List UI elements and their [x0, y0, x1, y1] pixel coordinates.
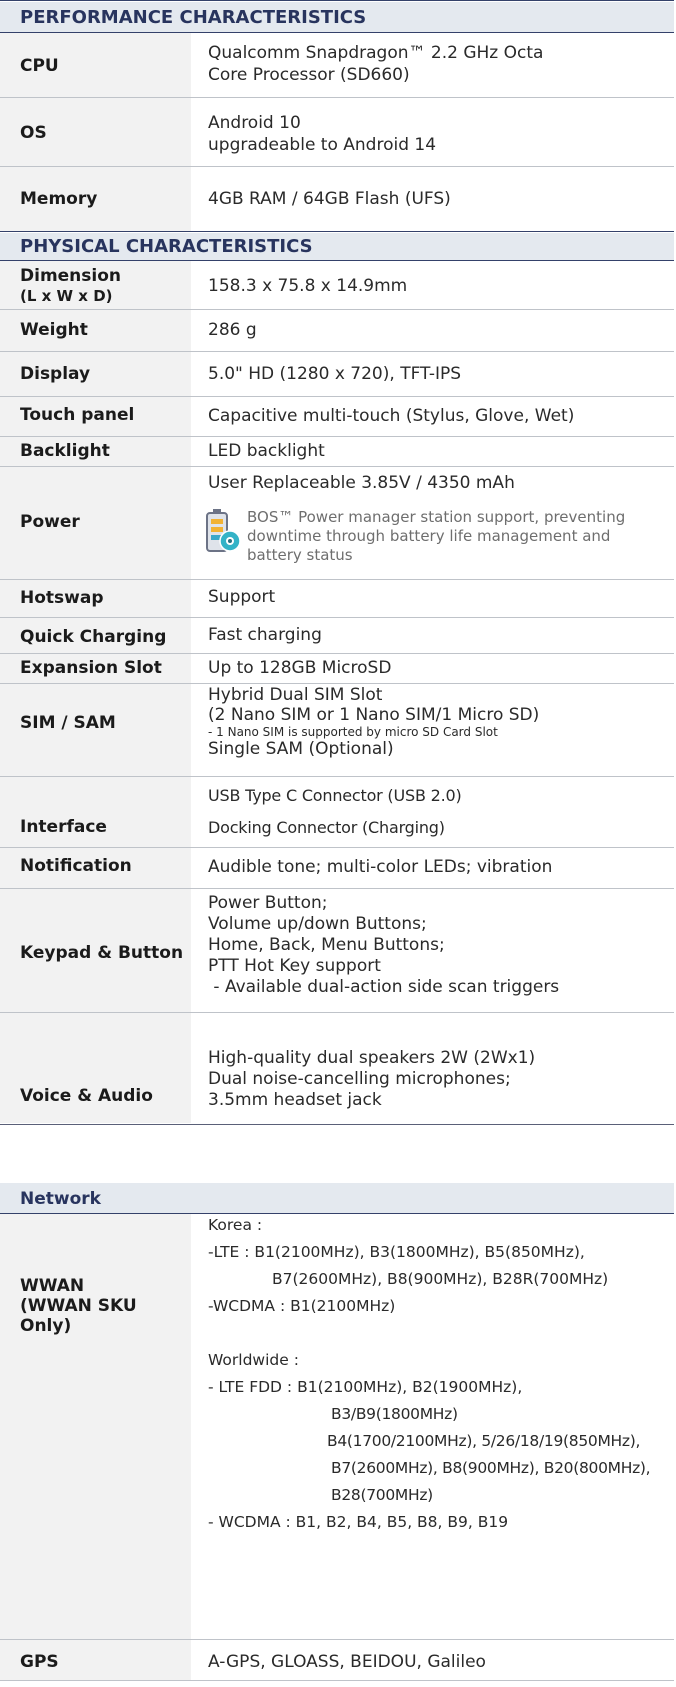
spec-value: Qualcomm Snapdragon™ 2.2 GHz Octa Core P… [208, 43, 544, 85]
spec-row-os: OS Android 10 upgradeable to Android 14 [0, 98, 674, 167]
power-note: BOS™ Power manager station support, prev… [247, 508, 626, 564]
spec-value: Fast charging [208, 625, 322, 645]
spec-label: Backlight [20, 441, 110, 461]
spec-label: OS [20, 123, 47, 143]
spec-value: 286 g [208, 320, 257, 340]
spec-row-touch: Touch panel Capacitive multi-touch (Styl… [0, 397, 674, 437]
spec-row-weight: Weight 286 g [0, 310, 674, 352]
spec-row-power: Power User Replaceable 3.85V / 4350 mAh … [0, 467, 674, 580]
spec-row-expansion-slot: Expansion Slot Up to 128GB MicroSD [0, 654, 674, 684]
spec-row-display: Display 5.0" HD (1280 x 720), TFT-IPS [0, 352, 674, 397]
spec-value: A-GPS, GLOASS, BEIDOU, Galileo [208, 1652, 486, 1672]
section-header-network: Network [0, 1183, 674, 1214]
spec-row-sim-sam: SIM / SAM Hybrid Dual SIM Slot (2 Nano S… [0, 684, 674, 777]
spec-label: WWAN (WWAN SKU Only) [20, 1276, 137, 1336]
spec-row-wwan: WWAN (WWAN SKU Only) Korea : -LTE : B1(2… [0, 1214, 674, 1640]
spec-row-cpu: CPU Qualcomm Snapdragon™ 2.2 GHz Octa Co… [0, 33, 674, 98]
spec-value: Android 10 upgradeable to Android 14 [208, 113, 437, 155]
spec-label: Memory [20, 189, 98, 209]
spec-label: Hotswap [20, 588, 104, 608]
spec-label: SIM / SAM [20, 713, 116, 733]
spec-value: Power Button; Volume up/down Buttons; Ho… [208, 893, 560, 997]
spec-label: Display [20, 364, 91, 384]
section-rule [0, 231, 674, 232]
spec-row-notification: Notification Audible tone; multi-color L… [0, 848, 674, 889]
spec-label: Voice & Audio [20, 1086, 153, 1106]
spec-label: Quick Charging [20, 627, 167, 647]
spec-value: Support [208, 587, 276, 607]
spec-row-dimension: Dimension (L x W x D) 158.3 x 75.8 x 14.… [0, 261, 674, 310]
spec-row-interface: Interface USB Type C Connector (USB 2.0)… [0, 777, 674, 848]
wwan-bands: Korea : -LTE : B1(2100MHz), B3(1800MHz),… [208, 1216, 651, 1531]
spec-label: Power [20, 512, 80, 532]
spec-row-voice-audio: Voice & Audio High-quality dual speakers… [0, 1013, 674, 1123]
spec-value: USB Type C Connector (USB 2.0) Docking C… [208, 786, 462, 837]
spec-label: Dimension (L x W x D) [20, 266, 122, 305]
spec-value: User Replaceable 3.85V / 4350 mAh [208, 473, 515, 493]
section-header-performance: PERFORMANCE CHARACTERISTICS [0, 2, 674, 33]
spec-row-gps: GPS A-GPS, GLOASS, BEIDOU, Galileo [0, 1640, 674, 1681]
spec-value: Hybrid Dual SIM Slot (2 Nano SIM or 1 Na… [208, 685, 540, 759]
spec-row-backlight: Backlight LED backlight [0, 437, 674, 467]
spec-value: 158.3 x 75.8 x 14.9mm [208, 276, 408, 296]
spec-row-quick-charging: Quick Charging Fast charging [0, 618, 674, 654]
section-header-physical: PHYSICAL CHARACTERISTICS [0, 233, 674, 261]
spec-label: Interface [20, 817, 107, 837]
spec-row-keypad: Keypad & Button Power Button; Volume up/… [0, 889, 674, 1013]
section-end-rule [0, 1124, 674, 1125]
spec-value: High-quality dual speakers 2W (2Wx1) Dua… [208, 1048, 536, 1110]
spec-label: Keypad & Button [20, 943, 184, 963]
section-title: PHYSICAL CHARACTERISTICS [20, 236, 313, 257]
spec-label: Expansion Slot [20, 658, 162, 678]
spec-value: Capacitive multi-touch (Stylus, Glove, W… [208, 406, 575, 426]
spec-value: LED backlight [208, 441, 325, 461]
spec-label: Weight [20, 320, 88, 340]
battery-station-icon [206, 509, 241, 552]
spec-label: Touch panel [20, 405, 135, 425]
section-title: Network [20, 1189, 101, 1209]
spec-value: Up to 128GB MicroSD [208, 658, 392, 678]
section-title: PERFORMANCE CHARACTERISTICS [20, 7, 367, 28]
spec-label: Notification [20, 856, 132, 876]
top-rule [0, 0, 674, 1]
spec-value: 4GB RAM / 64GB Flash (UFS) [208, 189, 451, 209]
spec-label: GPS [20, 1652, 59, 1672]
spec-value: 5.0" HD (1280 x 720), TFT-IPS [208, 364, 462, 384]
spec-value: Audible tone; multi-color LEDs; vibratio… [208, 857, 553, 877]
spec-row-hotswap: Hotswap Support [0, 580, 674, 618]
spec-label: CPU [20, 56, 59, 76]
spec-row-memory: Memory 4GB RAM / 64GB Flash (UFS) [0, 167, 674, 231]
